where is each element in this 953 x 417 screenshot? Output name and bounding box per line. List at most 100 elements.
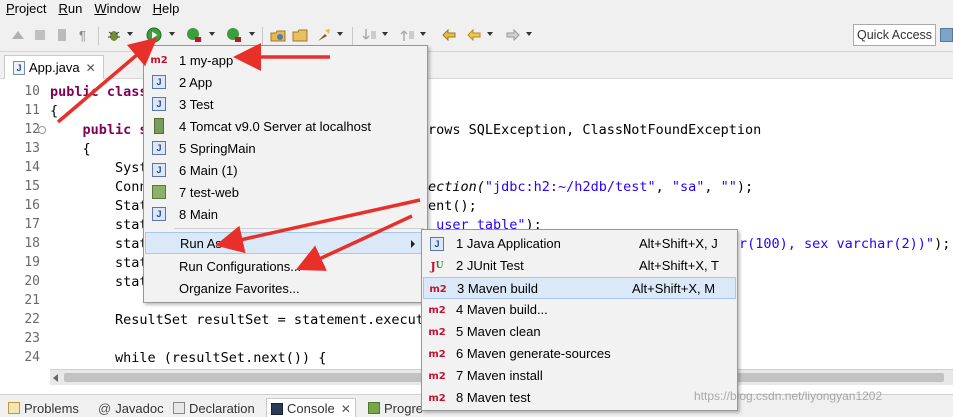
run-as-java-application[interactable]: J 1 Java Application Alt+Shift+X, J bbox=[423, 233, 736, 255]
line-number: 24 bbox=[24, 350, 40, 365]
code-line: public s bbox=[50, 122, 148, 138]
next-annotation-icon[interactable] bbox=[362, 27, 378, 43]
menu-window[interactable]: Window bbox=[88, 0, 146, 18]
java-app-icon: J bbox=[429, 236, 445, 252]
menu-item-label: 2 JUnit Test bbox=[456, 258, 524, 273]
run-as-maven-build[interactable]: m2 3 Maven build Alt+Shift+X, M bbox=[423, 277, 736, 299]
code-method: ection( bbox=[428, 179, 485, 195]
line-number: 15 bbox=[24, 179, 40, 194]
code-line: stat bbox=[50, 217, 148, 233]
code-punct: ); bbox=[736, 179, 754, 195]
maven-icon: m2 bbox=[429, 283, 447, 295]
tab-declaration[interactable]: Declaration bbox=[173, 398, 255, 417]
new-project-icon[interactable] bbox=[270, 27, 286, 43]
open-task-icon[interactable] bbox=[316, 27, 332, 43]
organize-favorites-menu-item[interactable]: Organize Favorites... bbox=[145, 277, 426, 299]
menu-item-label: 8 Maven test bbox=[456, 390, 531, 405]
run-history-my-app[interactable]: m2 1 my-app bbox=[145, 49, 426, 71]
next-annotation-dropdown-icon[interactable] bbox=[382, 32, 388, 36]
run-history-test[interactable]: J 3 Test bbox=[145, 93, 426, 115]
menu-project[interactable]: Project bbox=[0, 0, 52, 18]
menu-help[interactable]: Help bbox=[147, 0, 186, 18]
run-history-app[interactable]: J 2 App bbox=[145, 71, 426, 93]
code-line: Syst bbox=[50, 160, 148, 176]
java-app-icon: J bbox=[151, 162, 167, 178]
code-line: stat bbox=[50, 236, 148, 252]
junit-icon: JU bbox=[430, 259, 444, 273]
menu-item-label: 6 Maven generate-sources bbox=[456, 346, 611, 361]
run-dropdown-icon[interactable] bbox=[169, 32, 175, 36]
run-as-junit-test[interactable]: JU 2 JUnit Test Alt+Shift+X, T bbox=[423, 255, 736, 277]
run-configurations-menu-item[interactable]: Run Configurations... bbox=[145, 255, 426, 277]
tab-javadoc[interactable]: @ Javadoc bbox=[98, 398, 164, 417]
run-icon[interactable] bbox=[146, 27, 162, 43]
disconnect-icon[interactable] bbox=[54, 27, 70, 43]
close-icon[interactable]: ✕ bbox=[86, 61, 96, 75]
run-history-tomcat[interactable]: 4 Tomcat v9.0 Server at localhost bbox=[145, 115, 426, 137]
run-history-springmain[interactable]: J 5 SpringMain bbox=[145, 137, 426, 159]
pilcrow-icon[interactable]: ¶ bbox=[76, 27, 92, 43]
run-as-maven-test[interactable]: m2 8 Maven test bbox=[423, 387, 736, 409]
open-task-dropdown-icon[interactable] bbox=[337, 32, 343, 36]
run-as-maven-generate-sources[interactable]: m2 6 Maven generate-sources bbox=[423, 343, 736, 365]
open-folder-icon[interactable] bbox=[292, 27, 308, 43]
prev-annotation-icon[interactable] bbox=[400, 27, 416, 43]
code-punct: ); bbox=[934, 236, 951, 252]
tab-progress[interactable]: Progre bbox=[368, 398, 423, 417]
forward-icon[interactable] bbox=[505, 27, 521, 43]
run-as-maven-install[interactable]: m2 7 Maven install bbox=[423, 365, 736, 387]
line-number: 23 bbox=[24, 331, 40, 346]
shortcut-label: Alt+Shift+X, T bbox=[639, 258, 719, 273]
external-tools-icon[interactable] bbox=[226, 27, 242, 43]
run-as-menu-item[interactable]: Run As bbox=[145, 232, 426, 254]
run-history-test-web[interactable]: 7 test-web bbox=[145, 181, 426, 203]
line-number: 13 bbox=[24, 141, 40, 156]
debug-icon[interactable] bbox=[106, 27, 122, 43]
back-icon[interactable] bbox=[466, 27, 482, 43]
menu-run[interactable]: Run bbox=[52, 0, 88, 18]
code-line: Conn bbox=[50, 179, 148, 195]
code-line: stat bbox=[50, 274, 148, 290]
problems-icon bbox=[8, 402, 20, 414]
java-app-icon: J bbox=[151, 74, 167, 90]
run-history-main-1[interactable]: J 6 Main (1) bbox=[145, 159, 426, 181]
terminate-icon[interactable] bbox=[32, 27, 48, 43]
code-string: "sa" bbox=[671, 179, 705, 195]
tab-problems[interactable]: Problems bbox=[8, 398, 79, 417]
skip-breakpoints-icon[interactable] bbox=[10, 27, 26, 43]
tab-console[interactable]: Console ✕ bbox=[266, 398, 356, 417]
external-tools-dropdown-icon[interactable] bbox=[249, 32, 255, 36]
close-icon[interactable]: ✕ bbox=[341, 402, 351, 416]
run-as-maven-build-dialog[interactable]: m2 4 Maven build... bbox=[423, 299, 736, 321]
maven-icon: m2 bbox=[428, 304, 446, 316]
back-dropdown-icon[interactable] bbox=[487, 32, 493, 36]
java-app-icon: J bbox=[151, 206, 167, 222]
forward-dropdown-icon[interactable] bbox=[526, 32, 532, 36]
perspective-icon[interactable] bbox=[940, 28, 953, 42]
run-as-submenu: J 1 Java Application Alt+Shift+X, J JU 2… bbox=[421, 229, 738, 411]
coverage-dropdown-icon[interactable] bbox=[209, 32, 215, 36]
quick-access-field[interactable]: Quick Access bbox=[853, 24, 936, 46]
declaration-icon bbox=[173, 402, 185, 414]
menu-separator bbox=[174, 228, 424, 229]
menu-item-label: 1 Java Application bbox=[456, 236, 561, 251]
code-line: public class bbox=[50, 84, 148, 100]
menu-item-label: 2 App bbox=[179, 74, 213, 90]
run-as-maven-clean[interactable]: m2 5 Maven clean bbox=[423, 321, 736, 343]
editor-tab-app-java[interactable]: J App.java ✕ bbox=[4, 55, 104, 79]
fold-marker-icon[interactable] bbox=[38, 126, 46, 134]
menu-item-label: 4 Tomcat v9.0 Server at localhost bbox=[179, 118, 371, 134]
code-string: r(100), sex varchar(2))" bbox=[739, 236, 935, 252]
code-line: { bbox=[50, 103, 59, 119]
menu-item-label: 4 Maven build... bbox=[456, 302, 548, 317]
prev-annotation-dropdown-icon[interactable] bbox=[420, 32, 426, 36]
code-line-tail: ection("jdbc:h2:~/h2db/test", "sa", ""); bbox=[428, 179, 753, 195]
scroll-left-icon[interactable] bbox=[53, 374, 58, 382]
maven-icon: m2 bbox=[428, 348, 446, 360]
last-edit-icon[interactable] bbox=[441, 27, 457, 43]
java-file-icon: J bbox=[13, 60, 25, 75]
watermark-text: https://blog.csdn.net/liyongyan1202 bbox=[694, 389, 883, 403]
debug-dropdown-icon[interactable] bbox=[127, 32, 133, 36]
coverage-icon[interactable] bbox=[186, 27, 202, 43]
run-history-main[interactable]: J 8 Main bbox=[145, 203, 426, 225]
